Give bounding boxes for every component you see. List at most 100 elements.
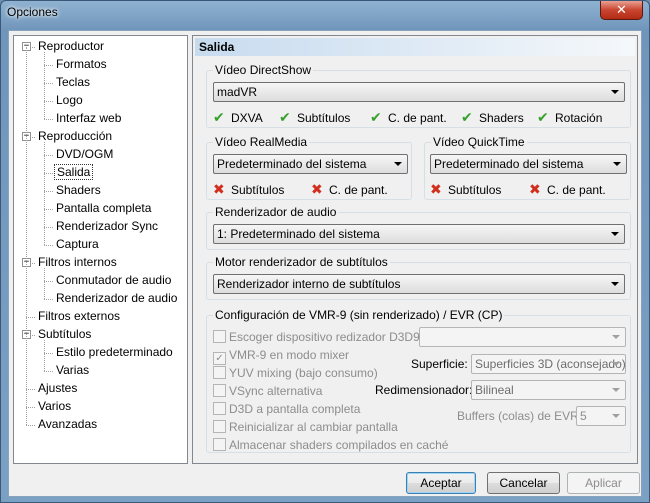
directshow-renderer-select[interactable]: madVR: [213, 82, 625, 102]
tree-item[interactable]: Captura: [54, 236, 101, 253]
evr-buffers-select[interactable]: 5: [576, 406, 626, 426]
d3d-device-select[interactable]: [419, 327, 626, 347]
tree-item-label: Interfaz web: [56, 111, 122, 125]
tree-item-label: Filtros externos: [38, 309, 121, 323]
tree-item-label: Pantalla completa: [56, 201, 152, 215]
checkbox-box: [213, 402, 226, 415]
cap-screenshot: ✔ C. de pant.: [370, 109, 447, 125]
tree-item-label: Salida: [54, 164, 94, 180]
vmr-option-checkbox[interactable]: ✓ VMR-9 en modo mixer: [213, 347, 349, 365]
subtitle-renderer-select[interactable]: Renderizador interno de subtítulos: [213, 274, 625, 294]
chevron-down-icon: [613, 162, 621, 166]
chevron-down-icon: [611, 232, 619, 236]
tree-item[interactable]: Teclas: [54, 74, 92, 91]
tree-item[interactable]: Interfaz web: [54, 110, 123, 127]
tree-item-label: Reproductor: [38, 39, 105, 53]
options-window: Opciones ✕ Reproductor − Formatos Teclas Log…: [0, 0, 650, 503]
tree-item[interactable]: Reproducción: [36, 128, 114, 145]
directshow-title: Vídeo DirectShow: [213, 63, 314, 77]
apply-button[interactable]: Aplicar: [567, 472, 640, 494]
tree-connector: [44, 245, 53, 246]
cross-icon: ✖: [213, 181, 225, 197]
tree-connector: [44, 299, 53, 300]
cap-shaders: ✔ Shaders: [461, 109, 524, 125]
tree-item-label: Shaders: [56, 183, 101, 197]
tree-item[interactable]: Avanzadas: [36, 416, 99, 433]
tree-connector: [26, 407, 35, 408]
checkbox-box: [213, 366, 226, 379]
check-icon: ✔: [370, 109, 382, 125]
tree-item[interactable]: Estilo predeterminado: [54, 344, 175, 361]
tree-item-label: Avanzadas: [38, 417, 98, 431]
realmedia-renderer-select[interactable]: Predeterminado del sistema: [213, 154, 408, 174]
tree-connector: [44, 353, 53, 354]
tree-item[interactable]: Pantalla completa: [54, 200, 153, 217]
vmr-option-checkbox[interactable]: Almacenar shaders compilados en caché: [213, 437, 448, 453]
tree-item-label: Logo: [56, 93, 83, 107]
tree-connector: [26, 317, 35, 318]
directshow-group: Vídeo DirectShow madVR ✔ DXVA ✔ Subtítulos…: [206, 63, 631, 128]
realmedia-cap-subtitles: ✖ Subtítulos: [213, 181, 285, 197]
audio-renderer-group: Renderizador de audio 1: Predeterminado …: [206, 205, 631, 250]
cap-dxva: ✔ DXVA: [213, 109, 263, 125]
tree-item-label: Reproducción: [38, 129, 113, 143]
quicktime-cap-screenshot: ✖ C. de pant.: [529, 181, 606, 197]
resizer-select[interactable]: Bilineal: [471, 380, 626, 400]
close-button[interactable]: ✕: [600, 1, 643, 20]
options-tree[interactable]: Reproductor − Formatos Teclas Logo Interfaz w…: [13, 35, 188, 464]
tree-connector: [44, 142, 45, 245]
check-icon: ✔: [279, 109, 291, 125]
vmr-option-checkbox[interactable]: D3D a pantalla completa: [213, 401, 360, 417]
chevron-down-icon: [612, 362, 620, 366]
tree-item[interactable]: Logo: [54, 92, 85, 109]
checkmark-icon: ✓: [213, 352, 226, 365]
surface-label: Superficie:: [411, 357, 468, 371]
audio-renderer-select[interactable]: 1: Predeterminado del sistema: [213, 224, 625, 244]
accept-button[interactable]: Aceptar: [406, 472, 476, 494]
subtitle-renderer-group: Motor renderizador de subtítulos Renderi…: [206, 255, 631, 300]
quicktime-renderer-select[interactable]: Predeterminado del sistema: [430, 154, 627, 174]
cross-icon: ✖: [529, 181, 541, 197]
quicktime-cap-subtitles: ✖ Subtítulos: [430, 181, 502, 197]
check-icon: ✔: [213, 109, 225, 125]
tree-item-label: Renderizador Sync: [56, 219, 159, 233]
tree-item[interactable]: Varios: [36, 398, 73, 415]
directshow-renderer-value: madVR: [217, 85, 258, 99]
vmr-option-checkbox[interactable]: Escoger dispositivo redizador D3D9: [213, 329, 420, 345]
surface-select[interactable]: Superficies 3D (aconsejado): [471, 354, 626, 374]
chevron-down-icon: [611, 282, 619, 286]
tree-item[interactable]: DVD/OGM: [54, 146, 115, 163]
tree-item[interactable]: Reproductor: [36, 38, 106, 55]
cancel-button[interactable]: Cancelar: [487, 472, 560, 494]
tree-item-label: Conmutador de audio: [56, 273, 172, 287]
checkbox-box: [213, 384, 226, 397]
tree-item[interactable]: Filtros externos: [36, 308, 122, 325]
tree-item[interactable]: Salida: [54, 164, 94, 181]
check-icon: ✔: [537, 109, 549, 125]
vmr-evr-title: Configuración de VMR-9 (sin renderizado)…: [213, 308, 505, 322]
tree-item[interactable]: Ajustes: [36, 380, 79, 397]
chevron-down-icon: [611, 90, 619, 94]
tree-connector: [44, 173, 53, 174]
vmr-option-checkbox[interactable]: Reinicializar al cambiar pantalla: [213, 419, 398, 435]
tree-connector: [26, 47, 27, 425]
tree-connector: [44, 340, 45, 371]
tree-item[interactable]: Varias: [54, 362, 91, 379]
output-page: Salida Vídeo DirectShow madVR ✔ DXVA ✔ Sub…: [192, 35, 638, 464]
tree-item[interactable]: Renderizador Sync: [54, 218, 160, 235]
tree-item-label: Formatos: [56, 57, 107, 71]
tree-item[interactable]: Filtros internos: [36, 254, 119, 271]
cross-icon: ✖: [311, 181, 323, 197]
tree-item[interactable]: Renderizador de audio: [54, 290, 179, 307]
quicktime-title: Vídeo QuickTime: [431, 135, 527, 149]
tree-item[interactable]: Shaders: [54, 182, 103, 199]
realmedia-group: Vídeo RealMedia Predeterminado del siste…: [206, 135, 412, 200]
vmr-option-checkbox[interactable]: VSync alternativa: [213, 383, 322, 399]
title-bar[interactable]: Opciones ✕: [1, 1, 649, 23]
tree-connector: [44, 209, 53, 210]
subtitle-renderer-title: Motor renderizador de subtítulos: [213, 255, 390, 269]
page-title: Salida: [195, 38, 635, 56]
tree-item[interactable]: Conmutador de audio: [54, 272, 173, 289]
tree-item[interactable]: Formatos: [54, 56, 109, 73]
vmr-option-checkbox[interactable]: YUV mixing (bajo consumo): [213, 365, 378, 381]
